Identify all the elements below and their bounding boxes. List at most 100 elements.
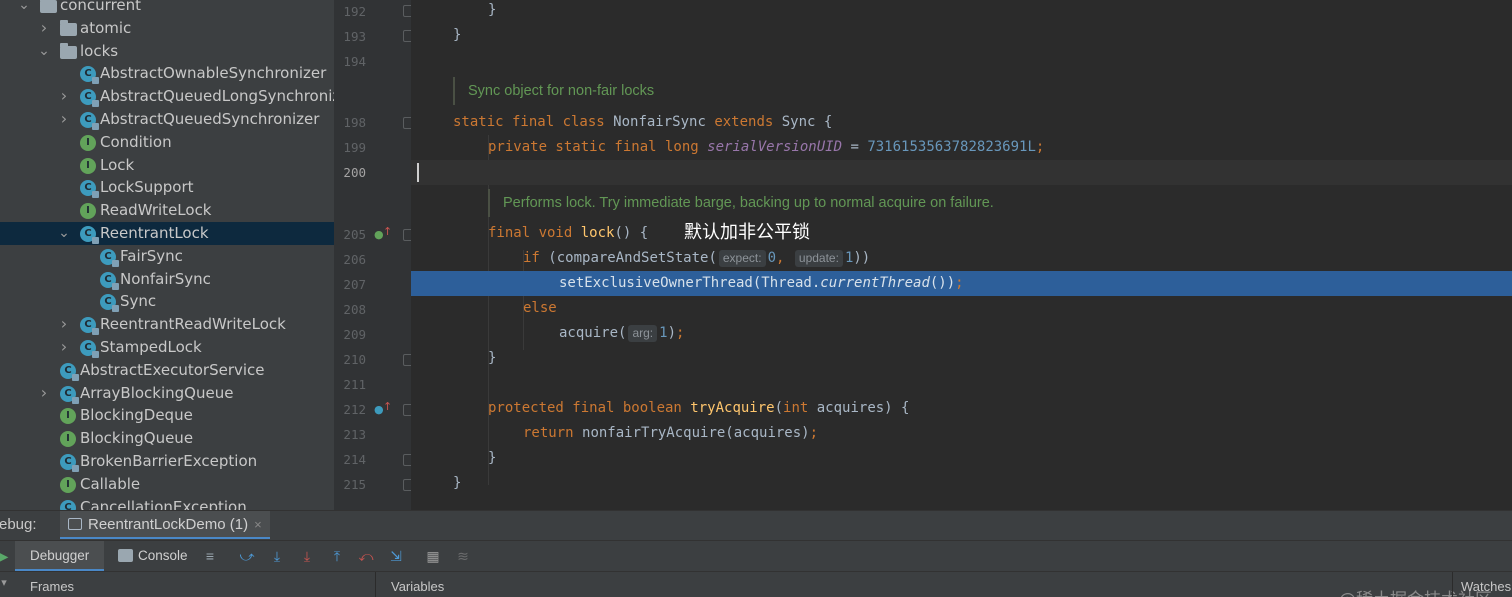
- class-icon: C: [80, 317, 99, 336]
- chevron-down-icon[interactable]: ⌄: [38, 44, 50, 58]
- code-line-213: return nonfairTryAcquire(acquires);: [523, 425, 819, 441]
- tree-item[interactable]: I BlockingDeque: [0, 404, 334, 427]
- code-line-214: }: [488, 450, 497, 466]
- interface-icon: I: [60, 408, 76, 425]
- code-line-207-execution-point: setExclusiveOwnerThread(Thread.currentTh…: [411, 271, 1512, 296]
- class-icon: C: [60, 454, 79, 472]
- tree-item[interactable]: C BrokenBarrierException: [0, 450, 334, 473]
- tree-item[interactable]: › atomic: [0, 17, 334, 40]
- project-tree: ⌄ concurrent › atomic ⌄ locks C AbstractOwnable…: [0, 0, 334, 510]
- line-number: 211: [343, 377, 366, 392]
- show-execution-point-icon[interactable]: ⤻: [238, 547, 256, 565]
- chevron-right-icon[interactable]: ›: [38, 19, 50, 35]
- tree-item[interactable]: ⌄ concurrent: [0, 0, 334, 17]
- tree-item[interactable]: › C AbstractQueuedSynchronizer: [0, 108, 334, 131]
- tree-item[interactable]: › C ReentrantReadWriteLock: [0, 313, 334, 336]
- tree-item-label: BlockingDeque: [80, 406, 193, 425]
- override-up-arrow-icon[interactable]: ↑: [383, 400, 392, 413]
- code-editor[interactable]: } } Sync object for non-fair locks stati…: [411, 0, 1512, 510]
- class-icon: C: [100, 271, 119, 290]
- close-tab-icon[interactable]: ×: [254, 517, 262, 532]
- line-number: 210: [343, 352, 366, 367]
- drop-frame-icon[interactable]: ⤺: [357, 547, 375, 565]
- tree-item[interactable]: › C ArrayBlockingQueue: [0, 382, 334, 405]
- chevron-down-icon[interactable]: ⌄: [58, 226, 70, 240]
- line-number: 213: [343, 427, 366, 442]
- chevron-down-icon[interactable]: ⌄: [18, 0, 30, 12]
- chevron-right-icon[interactable]: ›: [58, 339, 70, 355]
- tree-item-label: AbstractQueuedSynchronizer: [100, 110, 320, 128]
- class-icon: C: [60, 385, 79, 404]
- expand-icon[interactable]: ▾: [0, 574, 13, 592]
- tree-item-label: AbstractExecutorService: [80, 360, 265, 379]
- line-number: 194: [343, 54, 366, 69]
- debug-label: ebug:: [0, 516, 37, 533]
- tree-item[interactable]: I BlockingQueue: [0, 427, 334, 450]
- line-number: 214: [343, 452, 366, 467]
- evaluate-expression-icon[interactable]: ▦: [424, 547, 442, 565]
- chevron-right-icon[interactable]: ›: [38, 384, 50, 400]
- debug-session-tab[interactable]: ReentrantLockDemo (1) ×: [60, 511, 270, 539]
- chevron-right-icon[interactable]: ›: [58, 316, 70, 332]
- line-number: 215: [343, 477, 366, 492]
- variables-panel-title: Variables: [391, 579, 445, 594]
- tree-item-label: Callable: [80, 474, 141, 493]
- tree-item-label: ArrayBlockingQueue: [80, 383, 234, 402]
- tree-item[interactable]: ⌄ C ReentrantLock: [0, 222, 334, 245]
- folder-icon: [40, 0, 57, 13]
- annotation-text: 默认加非公平锁: [684, 222, 810, 243]
- tree-item[interactable]: C AbstractOwnableSynchronizer: [0, 62, 334, 85]
- app-window-icon: [68, 518, 82, 530]
- tree-item[interactable]: C NonfairSync: [0, 268, 334, 291]
- tree-item-label: LockSupport: [100, 178, 194, 197]
- line-number: 205: [343, 227, 366, 242]
- tree-item-label: Condition: [100, 132, 172, 151]
- tree-item[interactable]: › C StampedLock: [0, 336, 334, 359]
- step-out-icon[interactable]: ⤒: [328, 547, 346, 565]
- code-line-210: }: [488, 350, 497, 366]
- frames-panel-title: Frames: [30, 579, 75, 594]
- interface-icon: I: [60, 431, 76, 448]
- run-to-cursor-icon[interactable]: ⇲: [387, 547, 405, 565]
- step-into-icon[interactable]: ⤓: [298, 547, 316, 565]
- tree-item[interactable]: I ReadWriteLock: [0, 199, 334, 222]
- line-number: 206: [343, 252, 366, 267]
- class-icon: C: [60, 499, 76, 510]
- line-number: 198: [343, 115, 366, 130]
- override-up-arrow-icon[interactable]: ↑: [383, 225, 392, 238]
- class-icon: C: [80, 89, 99, 108]
- tree-item[interactable]: C Sync: [0, 290, 334, 313]
- tree-item[interactable]: › C AbstractQueuedLongSynchronizer: [0, 85, 334, 108]
- tab-console[interactable]: Console: [116, 541, 188, 571]
- tree-item-label: FairSync: [120, 246, 183, 265]
- code-line-199: private static final long serialVersionU…: [488, 139, 1045, 155]
- class-icon: C: [80, 180, 99, 199]
- class-icon: C: [80, 340, 99, 358]
- layout-menu-icon[interactable]: ≡: [201, 547, 219, 565]
- doc-comment: Performs lock. Try immediate barge, back…: [488, 189, 994, 217]
- tree-item[interactable]: C LockSupport: [0, 176, 334, 199]
- tree-item[interactable]: C AbstractExecutorService: [0, 359, 334, 382]
- tree-item[interactable]: C FairSync: [0, 245, 334, 268]
- editor-gutter: 192 193 194 198 199 200 205 206 207 208 …: [334, 0, 413, 510]
- tree-item-label: ReadWriteLock: [100, 201, 212, 220]
- interface-icon: I: [60, 476, 76, 493]
- debug-tool-window: ebug: ReentrantLockDemo (1) × ▶ Debugger…: [0, 510, 1512, 597]
- step-over-icon[interactable]: ⤓: [268, 547, 286, 565]
- tree-item[interactable]: I Condition: [0, 131, 334, 154]
- trace-stream-icon[interactable]: ≋: [454, 547, 472, 565]
- resume-icon[interactable]: ▶: [0, 547, 12, 565]
- line-number: 212: [343, 402, 366, 417]
- tree-item[interactable]: I Callable: [0, 473, 334, 496]
- tree-item-label: ReentrantLock: [100, 224, 209, 242]
- code-line-212: protected final boolean tryAcquire(int a…: [488, 400, 910, 416]
- tree-item[interactable]: I Lock: [0, 154, 334, 177]
- console-icon: [118, 549, 133, 562]
- tree-item[interactable]: ⌄ locks: [0, 40, 334, 63]
- chevron-right-icon[interactable]: ›: [58, 111, 70, 127]
- chevron-right-icon[interactable]: ›: [58, 88, 70, 104]
- debug-panels-header: ▾ Frames Variables Watches: [0, 571, 1512, 597]
- tree-item[interactable]: C CancellationException: [0, 496, 334, 510]
- line-number-current: 200: [343, 165, 366, 180]
- tab-debugger[interactable]: Debugger: [15, 541, 105, 571]
